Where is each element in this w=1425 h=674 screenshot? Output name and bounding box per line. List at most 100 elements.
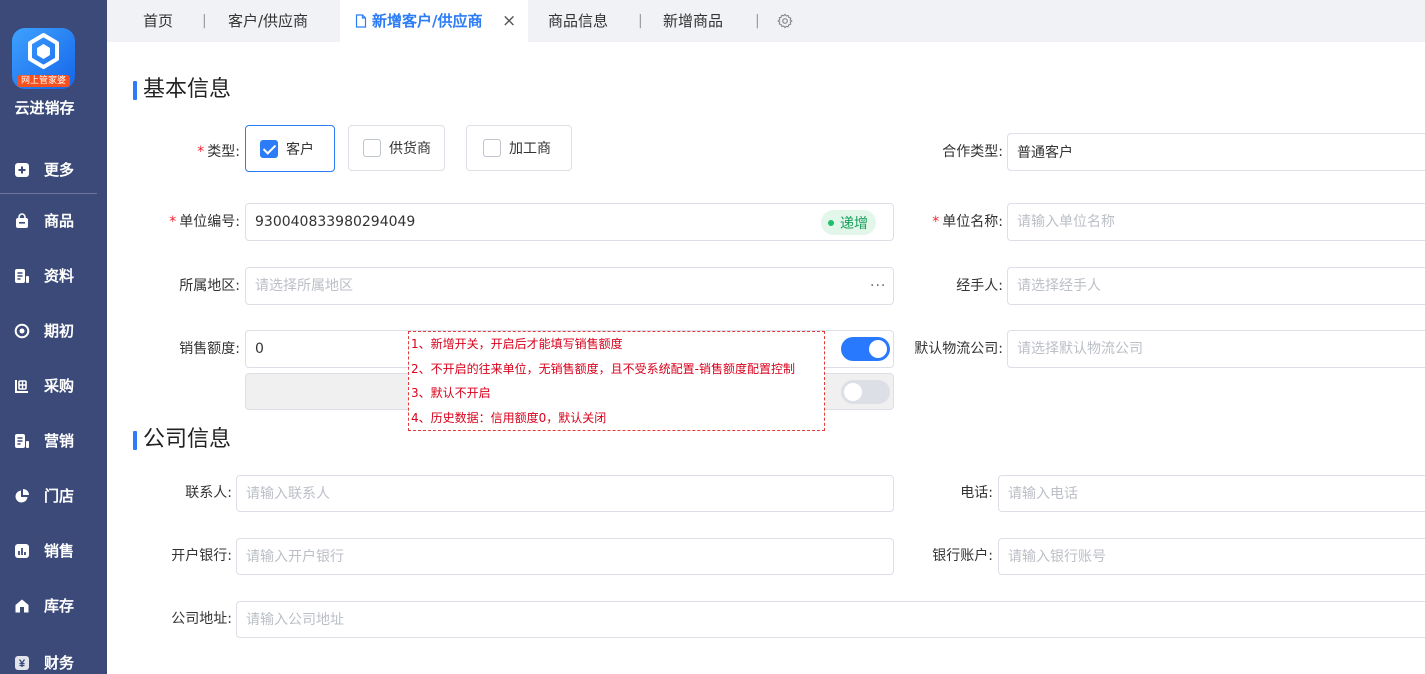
annotation-line: 4、历史数据：信用额度0，默认关闭 [411, 410, 607, 425]
sidebar-item-finance[interactable]: 财务 [0, 652, 107, 674]
unit-code-label: * 单位编号: [110, 203, 240, 241]
toggle-knob [844, 383, 862, 401]
type-option-customer[interactable]: 客户 [245, 125, 335, 172]
tab-separator: | [202, 13, 207, 29]
type-label-text: 类型: [207, 144, 240, 160]
sidebar-item-stores[interactable]: 门店 [0, 485, 107, 507]
tab-new-customer-supplier[interactable]: 新增客户/供应商 × [340, 0, 528, 42]
tab-home[interactable]: 首页 [143, 0, 173, 42]
bag-icon [14, 213, 30, 229]
gear-icon[interactable] [777, 13, 793, 29]
type-option-supplier[interactable]: 供货商 [348, 125, 445, 171]
sidebar-item-label: 采购 [44, 377, 75, 395]
logo-badge-text: 网上管家婆 [17, 75, 70, 87]
sidebar-item-opening[interactable]: 期初 [0, 320, 107, 342]
unit-code-label-text: 单位编号: [179, 214, 240, 230]
bar-chart-icon [14, 543, 30, 559]
status-dot-icon [828, 219, 834, 226]
phone-input[interactable] [998, 475, 1425, 512]
section-title-basic: 基本信息 [143, 77, 232, 102]
bank-account-label: 银行账户: [932, 548, 993, 564]
contact-label: 联系人: [185, 485, 232, 501]
sales-limit-secondary-toggle[interactable] [841, 380, 890, 404]
checkbox-label: 客户 [286, 141, 314, 158]
sidebar-item-products[interactable]: 商品 [0, 210, 107, 232]
sidebar-item-more[interactable]: 更多 [0, 159, 107, 181]
tab-new-product[interactable]: 新增商品 [663, 0, 723, 42]
handler-label: 经手人: [956, 278, 1003, 294]
document-icon [14, 268, 30, 284]
unit-name-label-text: 单位名称: [942, 214, 1003, 230]
target-icon [14, 323, 30, 339]
sidebar: 网上管家婆 云进销存 更多 商品 资料 期初 采购 营销 门店 销售 库存 财务 [0, 0, 107, 674]
phone-label: 电话: [960, 485, 993, 501]
plus-square-icon [14, 162, 30, 178]
checkbox[interactable] [483, 139, 501, 157]
checkbox[interactable] [260, 139, 278, 158]
file-icon [355, 14, 367, 28]
close-icon[interactable]: × [502, 0, 516, 42]
yen-icon [14, 655, 30, 671]
cooperation-type-select[interactable] [1007, 133, 1425, 171]
checkbox-label: 加工商 [509, 141, 551, 157]
sidebar-item-label: 商品 [44, 212, 75, 230]
unit-name-input[interactable] [1007, 203, 1425, 241]
annotation-box: 1、新增开关，开启后才能填写销售额度 2、不开启的往来单位，无销售额度，且不受系… [408, 331, 825, 431]
sidebar-divider [0, 193, 97, 194]
required-mark: * [932, 214, 940, 230]
sidebar-item-label: 库存 [44, 597, 75, 615]
tab-separator: | [755, 13, 760, 29]
sales-limit-label: 销售额度: [179, 341, 240, 357]
sales-limit-toggle[interactable] [841, 337, 890, 361]
bank-label: 开户银行: [171, 548, 232, 564]
checkbox[interactable] [363, 139, 381, 157]
annotation-line: 1、新增开关，开启后才能填写销售额度 [411, 337, 623, 351]
sidebar-item-marketing[interactable]: 营销 [0, 430, 107, 452]
required-mark: * [169, 214, 177, 230]
annotation-line: 2、不开启的往来单位，无销售额度，且不受系统配置-销售额度配置控制 [411, 361, 795, 376]
form-area: 基本信息 *类型: 客户 供货商 加工商 合作类型: *单位编号: 递增 *单位… [107, 42, 1425, 674]
tab-bar: 首页 | 客户/供应商 新增客户/供应商 × 商品信息 | 新增商品 | [107, 0, 1425, 42]
tab-product-info[interactable]: 商品信息 [548, 0, 608, 42]
section-marker [133, 431, 137, 450]
tab-separator: | [638, 13, 643, 29]
required-mark: * [197, 144, 205, 160]
section-title-company: 公司信息 [143, 427, 232, 452]
app-logo[interactable]: 网上管家婆 [12, 28, 75, 89]
tab-label: 新增客户/供应商 [372, 12, 483, 30]
annotation-line: 3、默认不开启 [411, 386, 491, 400]
bank-input[interactable] [236, 538, 894, 575]
type-label: * 类型: [110, 133, 240, 171]
type-option-processor[interactable]: 加工商 [466, 125, 572, 171]
logistics-select[interactable] [1007, 330, 1425, 368]
unit-code-input[interactable] [245, 203, 894, 241]
sidebar-item-records[interactable]: 资料 [0, 265, 107, 287]
sidebar-item-label: 更多 [44, 161, 75, 179]
sidebar-item-label: 财务 [44, 654, 75, 672]
section-marker [133, 81, 137, 100]
sidebar-item-label: 营销 [44, 432, 75, 450]
sidebar-item-label: 期初 [44, 322, 75, 340]
pie-chart-icon [14, 488, 30, 504]
address-label: 公司地址: [171, 611, 232, 627]
toggle-knob [869, 340, 887, 358]
unit-name-label: * 单位名称: [853, 203, 1003, 241]
contact-input[interactable] [236, 475, 894, 512]
sidebar-item-label: 资料 [44, 267, 75, 285]
checkbox-label: 供货商 [389, 141, 431, 157]
sidebar-item-label: 门店 [44, 487, 75, 505]
sidebar-item-purchase[interactable]: 采购 [0, 375, 107, 397]
tab-customers-suppliers[interactable]: 客户/供应商 [228, 0, 308, 42]
address-input[interactable] [236, 601, 1425, 638]
app-name: 云进销存 [14, 99, 75, 117]
region-label: 所属地区: [179, 278, 240, 294]
marketing-icon [14, 433, 30, 449]
purchase-icon [14, 378, 30, 394]
sidebar-item-label: 销售 [44, 542, 75, 560]
handler-select[interactable] [1007, 267, 1425, 305]
sidebar-item-sales[interactable]: 销售 [0, 540, 107, 562]
bank-account-input[interactable] [998, 538, 1425, 575]
region-select[interactable] [245, 267, 894, 305]
house-icon [14, 598, 30, 614]
sidebar-item-inventory[interactable]: 库存 [0, 595, 107, 617]
